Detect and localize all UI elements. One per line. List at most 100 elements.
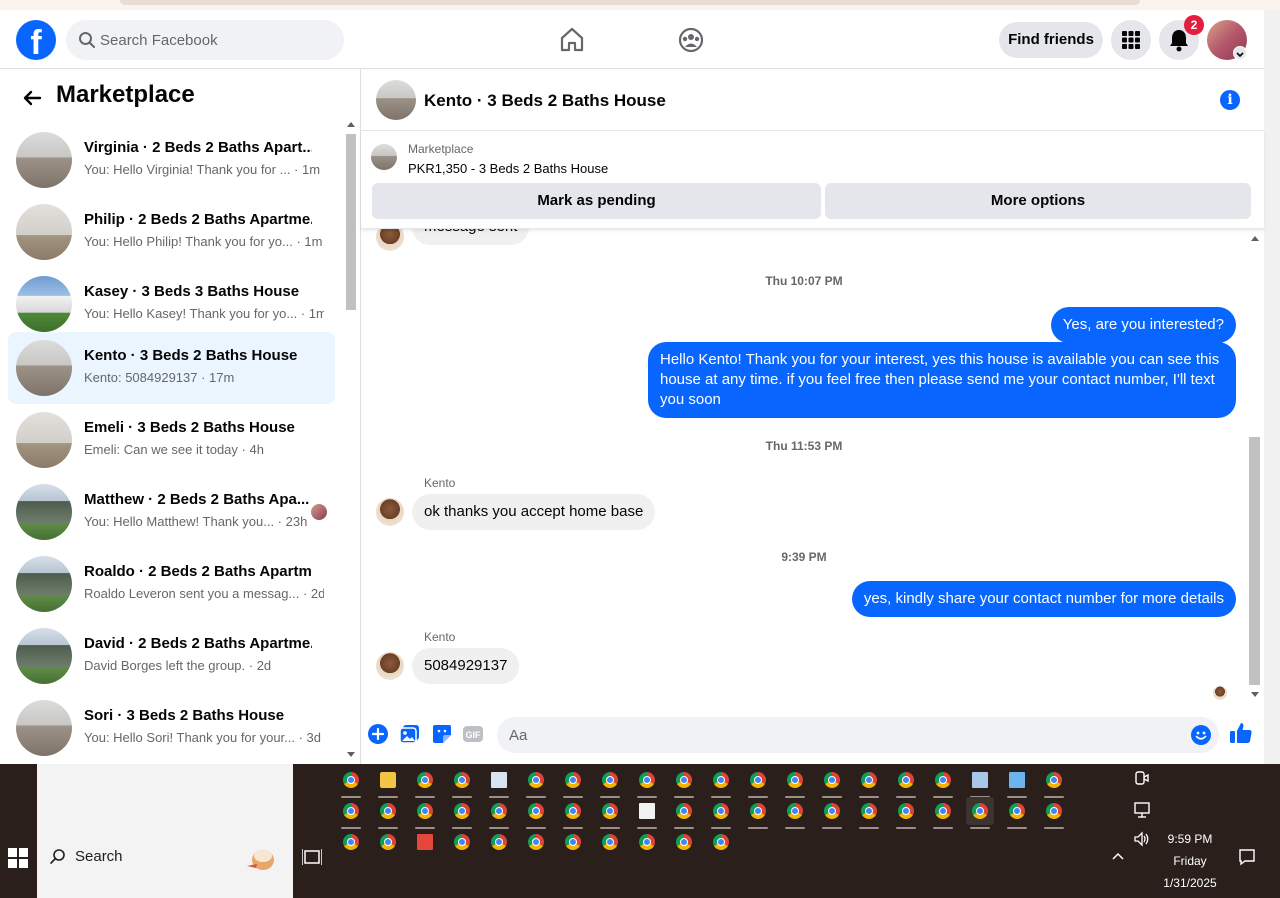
- chrome-taskbar-icon[interactable]: [411, 766, 439, 798]
- chat-title[interactable]: Kento · 3 Beds 2 Baths House: [424, 91, 666, 111]
- conversation-item[interactable]: Matthew · 2 Beds 2 Baths Apa... You: Hel…: [8, 476, 335, 548]
- menu-button[interactable]: [1111, 20, 1151, 60]
- facebook-logo-icon[interactable]: f: [16, 20, 56, 60]
- chrome-taskbar-icon[interactable]: [707, 828, 735, 856]
- chrome-taskbar-icon[interactable]: [596, 797, 624, 829]
- more-options-button[interactable]: More options: [825, 183, 1251, 219]
- chrome-taskbar-icon[interactable]: [929, 766, 957, 798]
- notepad-taskbar-icon[interactable]: [966, 766, 994, 798]
- back-arrow-icon[interactable]: [20, 86, 44, 110]
- conversation-item[interactable]: Philip · 2 Beds 2 Baths Apartme... You: …: [8, 196, 335, 268]
- page-scrollbar[interactable]: [1264, 10, 1280, 764]
- conversation-item[interactable]: Virginia · 2 Beds 2 Baths Apart... You: …: [8, 124, 335, 196]
- chrome-taskbar-icon[interactable]: [892, 797, 920, 829]
- conversation-item[interactable]: Emeli · 3 Beds 2 Baths House Emeli: Can …: [8, 404, 335, 476]
- message-input[interactable]: [509, 717, 1169, 753]
- chrome-taskbar-icon[interactable]: [818, 766, 846, 798]
- message-bubble-outgoing[interactable]: yes, kindly share your contact number fo…: [851, 581, 1236, 617]
- volume-icon[interactable]: [1133, 830, 1151, 848]
- conversation-item-active[interactable]: Kento · 3 Beds 2 Baths House Kento: 5084…: [8, 332, 335, 404]
- chrome-taskbar-icon[interactable]: [781, 797, 809, 829]
- notification-center-icon[interactable]: [1238, 848, 1256, 866]
- chrome-taskbar-icon[interactable]: [522, 828, 550, 856]
- chrome-taskbar-icon[interactable]: [559, 766, 587, 798]
- chrome-taskbar-icon[interactable]: [929, 797, 957, 829]
- chevron-down-icon[interactable]: [1233, 46, 1247, 60]
- chrome-taskbar-icon[interactable]: [744, 766, 772, 798]
- scroll-down-icon[interactable]: [347, 752, 355, 757]
- chrome-taskbar-icon[interactable]: [670, 828, 698, 856]
- chrome-taskbar-icon[interactable]: [485, 828, 513, 856]
- taskbar-search[interactable]: Search: [37, 764, 293, 898]
- conversation-item[interactable]: David · 2 Beds 2 Baths Apartme... David …: [8, 620, 335, 692]
- conversation-item[interactable]: Roaldo · 2 Beds 2 Baths Apartm... Roaldo…: [8, 548, 335, 620]
- chrome-taskbar-icon[interactable]: [1003, 797, 1031, 829]
- chrome-taskbar-icon[interactable]: [448, 766, 476, 798]
- chrome-taskbar-icon[interactable]: [337, 828, 365, 856]
- chrome-taskbar-icon[interactable]: [337, 766, 365, 798]
- chat-scrollbar[interactable]: [1247, 229, 1264, 705]
- chrome-taskbar-icon[interactable]: [855, 797, 883, 829]
- taskbar-clock[interactable]: 9:59 PM Friday 1/31/2025: [1150, 828, 1230, 894]
- chrome-taskbar-icon[interactable]: [411, 797, 439, 829]
- chrome-taskbar-icon[interactable]: [633, 828, 661, 856]
- chat-avatar[interactable]: [376, 80, 416, 120]
- doc-taskbar-icon[interactable]: [485, 766, 513, 798]
- chrome-taskbar-icon[interactable]: [966, 797, 994, 829]
- find-friends-button[interactable]: Find friends: [999, 22, 1103, 58]
- thumbs-up-icon[interactable]: [1229, 721, 1253, 745]
- chrome-taskbar-icon[interactable]: [855, 766, 883, 798]
- chrome-taskbar-icon[interactable]: [744, 797, 772, 829]
- chrome-taskbar-icon[interactable]: [522, 766, 550, 798]
- chevron-up-icon[interactable]: [1109, 848, 1127, 866]
- folder-taskbar-icon[interactable]: [374, 766, 402, 798]
- chrome-taskbar-icon[interactable]: [559, 828, 587, 856]
- conversation-item[interactable]: Kasey · 3 Beds 3 Baths House You: Hello …: [8, 268, 335, 340]
- network-icon[interactable]: [1133, 801, 1151, 819]
- chrome-taskbar-icon[interactable]: [670, 766, 698, 798]
- sender-avatar[interactable]: [376, 652, 404, 680]
- message-bubble-outgoing[interactable]: Yes, are you interested?: [1050, 307, 1236, 343]
- info-icon[interactable]: i: [1220, 90, 1240, 110]
- search-input[interactable]: [100, 20, 330, 60]
- scroll-up-icon[interactable]: [347, 122, 355, 127]
- message-bubble-incoming[interactable]: ok thanks you accept home base: [412, 494, 656, 530]
- search-box[interactable]: [66, 20, 344, 60]
- chrome-taskbar-icon[interactable]: [781, 766, 809, 798]
- message-bubble-incoming[interactable]: message sent: [412, 229, 530, 245]
- gif-icon[interactable]: GIF: [462, 723, 484, 745]
- chrome-taskbar-icon[interactable]: [633, 766, 661, 798]
- groups-icon[interactable]: [676, 25, 706, 55]
- chrome-taskbar-icon[interactable]: [707, 797, 735, 829]
- scroll-up-icon[interactable]: [1251, 235, 1259, 241]
- scroll-down-icon[interactable]: [1251, 692, 1259, 698]
- chrome-taskbar-icon[interactable]: [596, 766, 624, 798]
- chrome-taskbar-icon[interactable]: [485, 797, 513, 829]
- chrome-taskbar-icon[interactable]: [374, 797, 402, 829]
- file-taskbar-icon[interactable]: [633, 797, 661, 829]
- chrome-taskbar-icon[interactable]: [596, 828, 624, 856]
- scrollbar-thumb[interactable]: [1249, 437, 1260, 685]
- chrome-taskbar-icon[interactable]: [1040, 797, 1068, 829]
- sidebar-scrollbar[interactable]: [344, 118, 358, 760]
- emoji-icon[interactable]: [1191, 725, 1211, 745]
- chrome-taskbar-icon[interactable]: [374, 828, 402, 856]
- chrome-taskbar-icon[interactable]: [448, 828, 476, 856]
- chrome-taskbar-icon[interactable]: [707, 766, 735, 798]
- chrome-taskbar-icon[interactable]: [892, 766, 920, 798]
- windows-start-icon[interactable]: [8, 848, 28, 868]
- sticker-icon[interactable]: [431, 723, 453, 745]
- listing-thumbnail[interactable]: [371, 144, 397, 170]
- mark-as-pending-button[interactable]: Mark as pending: [372, 183, 821, 219]
- chrome-taskbar-icon[interactable]: [559, 797, 587, 829]
- chrome-taskbar-icon[interactable]: [670, 797, 698, 829]
- chrome-taskbar-icon[interactable]: [337, 797, 365, 829]
- chrome-taskbar-icon[interactable]: [522, 797, 550, 829]
- photo-icon[interactable]: [399, 723, 421, 745]
- sender-avatar[interactable]: [376, 498, 404, 526]
- message-bubble-incoming[interactable]: 5084929137: [412, 648, 520, 684]
- home-icon[interactable]: [557, 25, 587, 55]
- scrollbar-thumb[interactable]: [346, 134, 356, 310]
- chrome-taskbar-icon[interactable]: [818, 797, 846, 829]
- chrome-taskbar-icon[interactable]: [448, 797, 476, 829]
